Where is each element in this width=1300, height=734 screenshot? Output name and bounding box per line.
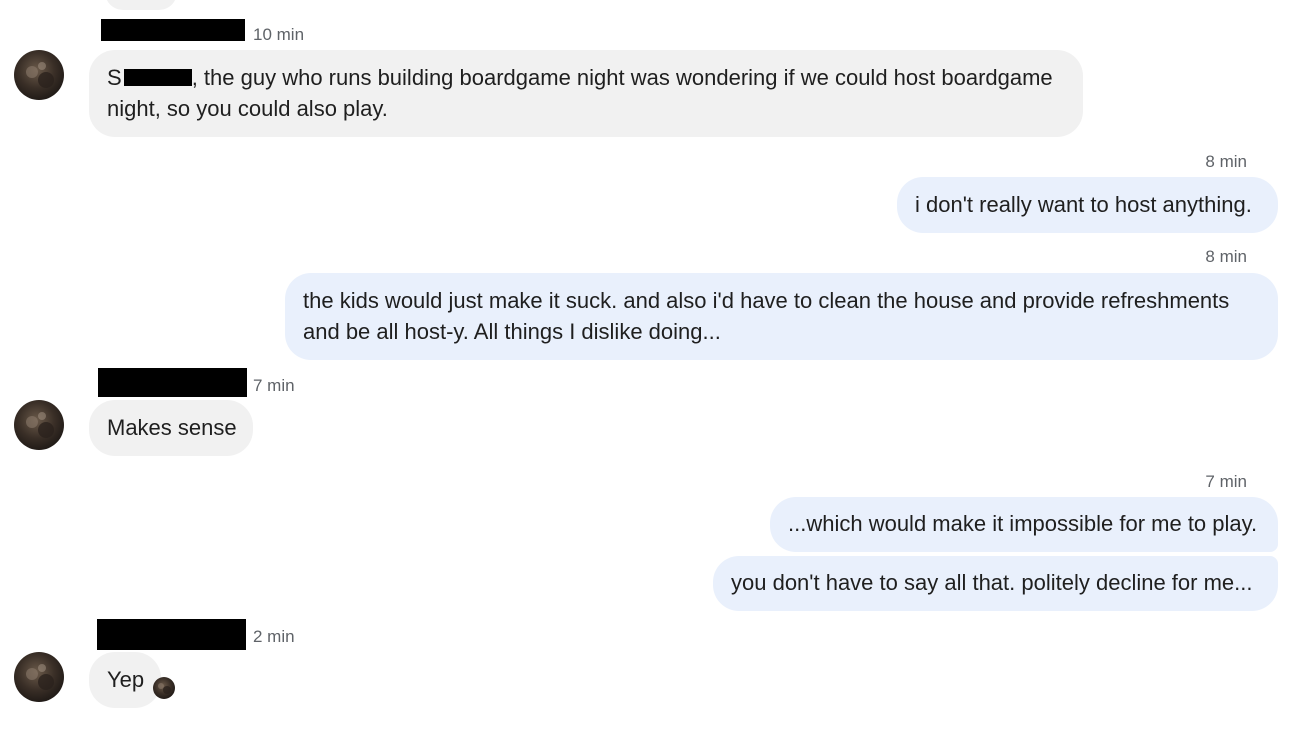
sender-name-redacted xyxy=(101,19,245,41)
message-initial: S xyxy=(107,65,122,90)
message-timestamp: 7 min xyxy=(1205,472,1247,491)
message-text: ...which would make it impossible for me… xyxy=(788,511,1258,536)
message-timestamp: 7 min xyxy=(253,376,295,395)
message-text: , the guy who runs building boardgame ni… xyxy=(191,65,1053,90)
message-text: you don't have to say all that. politely… xyxy=(731,570,1253,595)
avatar-icon[interactable] xyxy=(14,400,64,450)
message-bubble[interactable]: the kids would just make it suck. and al… xyxy=(285,273,1278,360)
message-text-line: night, so you could also play. xyxy=(107,96,388,121)
message-text-line: S , the guy who runs building boardgame n… xyxy=(107,62,1065,93)
avatar-icon[interactable] xyxy=(14,50,64,100)
sender-name-redacted xyxy=(97,619,246,650)
sender-name-redacted xyxy=(98,368,247,397)
previous-message-bubble xyxy=(105,0,177,10)
message-text-line: and be all host-y. All things I dislike … xyxy=(303,319,721,344)
message-bubble[interactable]: S , the guy who runs building boardgame n… xyxy=(89,50,1083,137)
message-timestamp: 8 min xyxy=(1205,247,1247,266)
avatar-icon[interactable] xyxy=(14,652,64,702)
message-bubble[interactable]: i don't really want to host anything. xyxy=(897,177,1278,233)
message-bubble[interactable]: ...which would make it impossible for me… xyxy=(770,497,1278,552)
message-bubble[interactable]: Yep xyxy=(89,652,161,708)
message-timestamp: 10 min xyxy=(253,25,305,44)
message-text-line: the kids would just make it suck. and al… xyxy=(303,288,1230,313)
message-text: Yep xyxy=(107,667,145,692)
message-bubble[interactable]: you don't have to say all that. politely… xyxy=(713,556,1278,611)
message-text: Makes sense xyxy=(107,415,237,440)
read-receipt-avatar-icon xyxy=(153,677,175,699)
message-text: i don't really want to host anything. xyxy=(915,192,1252,217)
message-bubble[interactable]: Makes sense xyxy=(89,400,253,456)
message-timestamp: 2 min xyxy=(253,627,295,646)
message-timestamp: 8 min xyxy=(1205,152,1247,171)
inline-name-redacted xyxy=(123,69,192,86)
